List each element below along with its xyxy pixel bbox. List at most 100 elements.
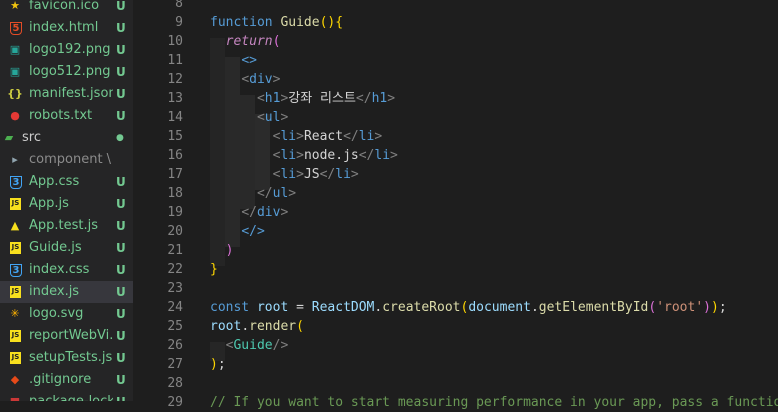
file-name: App.js: [29, 196, 69, 211]
file-item[interactable]: 3 index.css U: [0, 259, 133, 281]
file-name: Guide.js: [29, 240, 82, 255]
git-icon: ◆: [10, 373, 20, 386]
file-item[interactable]: JS App.js U: [0, 193, 133, 215]
code-token: (: [648, 300, 657, 315]
code-token: render: [249, 319, 297, 334]
code-token: li: [280, 148, 297, 163]
code-line: <li>JS</li>: [210, 165, 359, 184]
code-token: root: [256, 300, 289, 315]
file-item[interactable]: ▣ logo192.png U: [0, 39, 133, 61]
git-status-badge: U: [116, 351, 126, 365]
file-explorer: ★ favicon.ico U 5 index.html U ▣ logo192.png U ▣ l…: [0, 0, 133, 401]
file-item[interactable]: ■ package-lock...U: [0, 391, 133, 401]
code-token: node.js: [303, 148, 359, 163]
css3-icon: 3: [10, 176, 22, 189]
code-token: Guide: [280, 15, 320, 30]
file-item[interactable]: ● robots.txt U: [0, 105, 133, 127]
file-item[interactable]: JS index.js U: [0, 281, 133, 303]
line-number: 29: [167, 395, 183, 410]
code-token: h1: [264, 91, 281, 106]
line-number: 19: [167, 205, 183, 220]
git-status-badge: U: [116, 307, 126, 321]
code-line: root.render(: [210, 317, 304, 336]
git-status-badge: U: [116, 329, 126, 343]
code-token: </: [358, 148, 375, 163]
git-status-badge: U: [116, 21, 126, 35]
file-item[interactable]: JS setupTests.js U: [0, 347, 133, 369]
code-token: <: [256, 110, 265, 125]
code-line: );: [210, 355, 226, 374]
code-line: <div>: [210, 70, 280, 89]
folder-item[interactable]: ▸ component \ Books: [0, 149, 133, 171]
file-name: index.js: [29, 284, 80, 299]
code-line: </>: [210, 222, 264, 241]
code-token: >: [374, 129, 383, 144]
file-item[interactable]: JS reportWebVi... U: [0, 325, 133, 347]
git-status-badge: U: [116, 197, 126, 211]
file-item[interactable]: ★ favicon.ico U: [0, 0, 133, 17]
file-item[interactable]: {} manifest.json U: [0, 83, 133, 105]
line-number: 21: [167, 243, 183, 258]
code-token: >: [387, 91, 396, 106]
file-name: index.css: [29, 262, 90, 277]
code-token: 'root': [656, 300, 704, 315]
file-name: component \ Books: [29, 152, 113, 167]
code-token: <>: [241, 53, 257, 68]
file-item[interactable]: ▲ App.test.js U: [0, 215, 133, 237]
line-number: 16: [167, 148, 183, 163]
line-number: 8: [175, 0, 183, 11]
code-token: createRoot: [382, 300, 461, 315]
line-number: 15: [167, 129, 183, 144]
code-line: }: [210, 260, 218, 279]
code-token: ): [703, 300, 711, 315]
file-name: index.html: [29, 20, 99, 35]
file-name: logo512.png: [29, 64, 111, 79]
git-status-badge: U: [116, 43, 126, 57]
code-token: div: [249, 72, 273, 87]
code-token: (: [296, 319, 304, 334]
file-item[interactable]: ✳ logo.svg U: [0, 303, 133, 325]
line-number: 24: [167, 300, 183, 315]
code-token: ul: [272, 186, 289, 201]
code-token: >: [296, 129, 304, 144]
code-token: ): [225, 243, 234, 258]
file-item[interactable]: JS Guide.js U: [0, 237, 133, 259]
line-number: 9: [175, 15, 183, 30]
code-token: >: [272, 72, 281, 87]
code-token: Guide: [233, 338, 273, 353]
code-line: <>: [210, 51, 257, 70]
code-token: React: [303, 129, 344, 144]
code-line: <li>node.js</li>: [210, 146, 398, 165]
code-token: return: [225, 34, 273, 49]
git-status-badge: U: [116, 373, 126, 387]
code-token: >: [390, 148, 398, 163]
folder-item[interactable]: ▰ src ●: [0, 127, 133, 149]
git-status-badge: U: [116, 87, 126, 101]
code-token: </: [256, 186, 273, 201]
code-editor[interactable]: function Guide(){ return( <> <div> <h1>강…: [210, 0, 778, 410]
file-item[interactable]: ◆ .gitignore U: [0, 369, 133, 391]
file-item[interactable]: 3 App.css U: [0, 171, 133, 193]
git-status-badge: U: [116, 241, 126, 255]
git-status-badge: U: [116, 393, 126, 401]
line-number: 11: [167, 53, 183, 68]
code-token: .: [530, 300, 539, 315]
code-line: return(: [210, 32, 281, 51]
code-token: >: [288, 186, 297, 201]
line-number: 18: [167, 186, 183, 201]
code-token: li: [280, 129, 297, 144]
file-item[interactable]: ▣ logo512.png U: [0, 61, 133, 83]
file-name: package-lock...: [29, 393, 113, 401]
file-item[interactable]: 5 index.html U: [0, 17, 133, 39]
file-name: reportWebVi...: [29, 328, 113, 343]
code-token: 강좌 리스트: [288, 91, 356, 106]
code-line: const root = ReactDOM. createRoot (documen…: [210, 298, 727, 317]
code-token: document: [468, 300, 531, 315]
code-token: ;: [217, 357, 226, 372]
